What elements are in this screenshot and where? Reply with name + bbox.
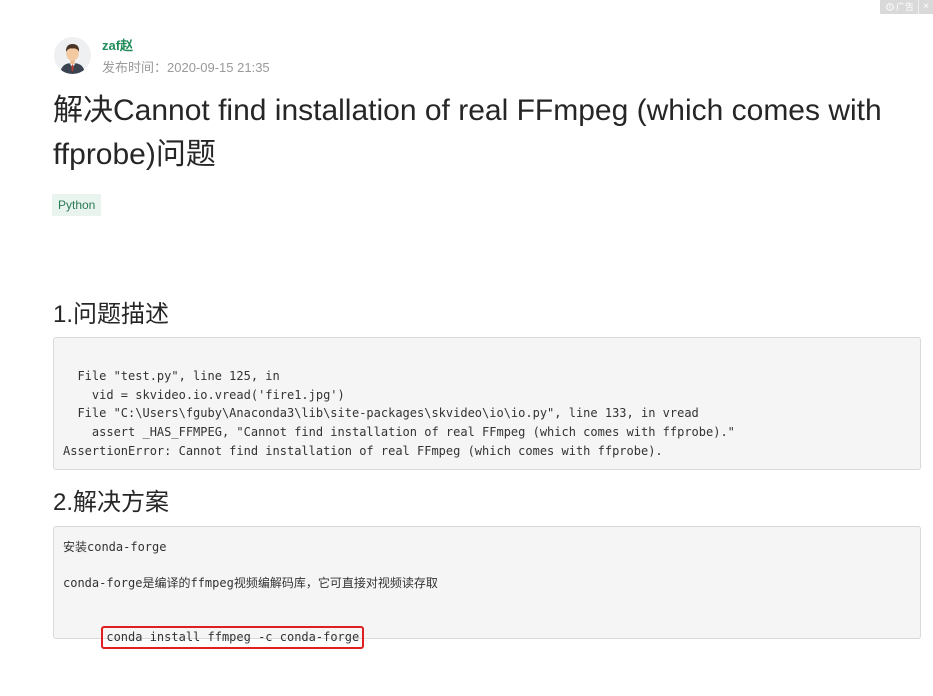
code-line: assert _HAS_FFMPEG, "Cannot find install… — [63, 425, 735, 440]
section-heading-solution: 2.解决方案 — [53, 489, 170, 516]
tag-python[interactable]: Python — [52, 194, 102, 216]
author-meta: zaf赵 发布时间：2020-09-15 21:35 — [102, 37, 270, 76]
ad-badge[interactable]: 广告 × — [879, 0, 933, 14]
publish-label: 发布时间： — [102, 60, 168, 75]
code-line: File "C:\Users\fguby\Anaconda3\lib\site-… — [63, 406, 699, 421]
highlighted-install-command: conda install ffmpeg -c conda-forge — [101, 626, 365, 649]
solution-line-command: conda install ffmpeg -c conda-forge — [63, 610, 920, 649]
author-block: zaf赵 发布时间：2020-09-15 21:35 — [54, 37, 270, 76]
ad-label[interactable]: 广告 — [880, 0, 918, 14]
solution-line-install: 安装conda-forge — [63, 540, 167, 554]
ad-close-icon[interactable]: × — [918, 0, 933, 14]
code-line: vid = skvideo.io.vread('fire1.jpg') — [63, 387, 345, 402]
user-avatar-icon — [54, 37, 91, 74]
avatar[interactable] — [54, 37, 91, 74]
code-line: File "test.py", line 125, in — [63, 369, 280, 383]
author-name-link[interactable]: zaf赵 — [102, 38, 133, 54]
error-code-block: File "test.py", line 125, in vid = skvid… — [53, 337, 921, 470]
article-page: 广告 × zaf赵 发布时间：2020-09-15 21:35 解决Cannot… — [0, 0, 933, 696]
solution-code-block: 安装conda-forge conda-forge是编译的ffmpeg视频编解码… — [53, 526, 921, 649]
article-title: 解决Cannot find installation of real FFmpe… — [53, 94, 882, 171]
section-heading-problem: 1.问题描述 — [53, 301, 170, 328]
solution-line-description: conda-forge是编译的ffmpeg视频编解码库，它可直接对视频读存取 — [63, 576, 438, 590]
ad-label-text: 广告 — [895, 2, 914, 12]
code-line: AssertionError: Cannot find installation… — [63, 443, 663, 458]
ad-info-icon — [886, 3, 894, 11]
publish-info: 发布时间：2020-09-15 21:35 — [102, 60, 270, 76]
publish-time: 2020-09-15 21:35 — [167, 60, 270, 75]
